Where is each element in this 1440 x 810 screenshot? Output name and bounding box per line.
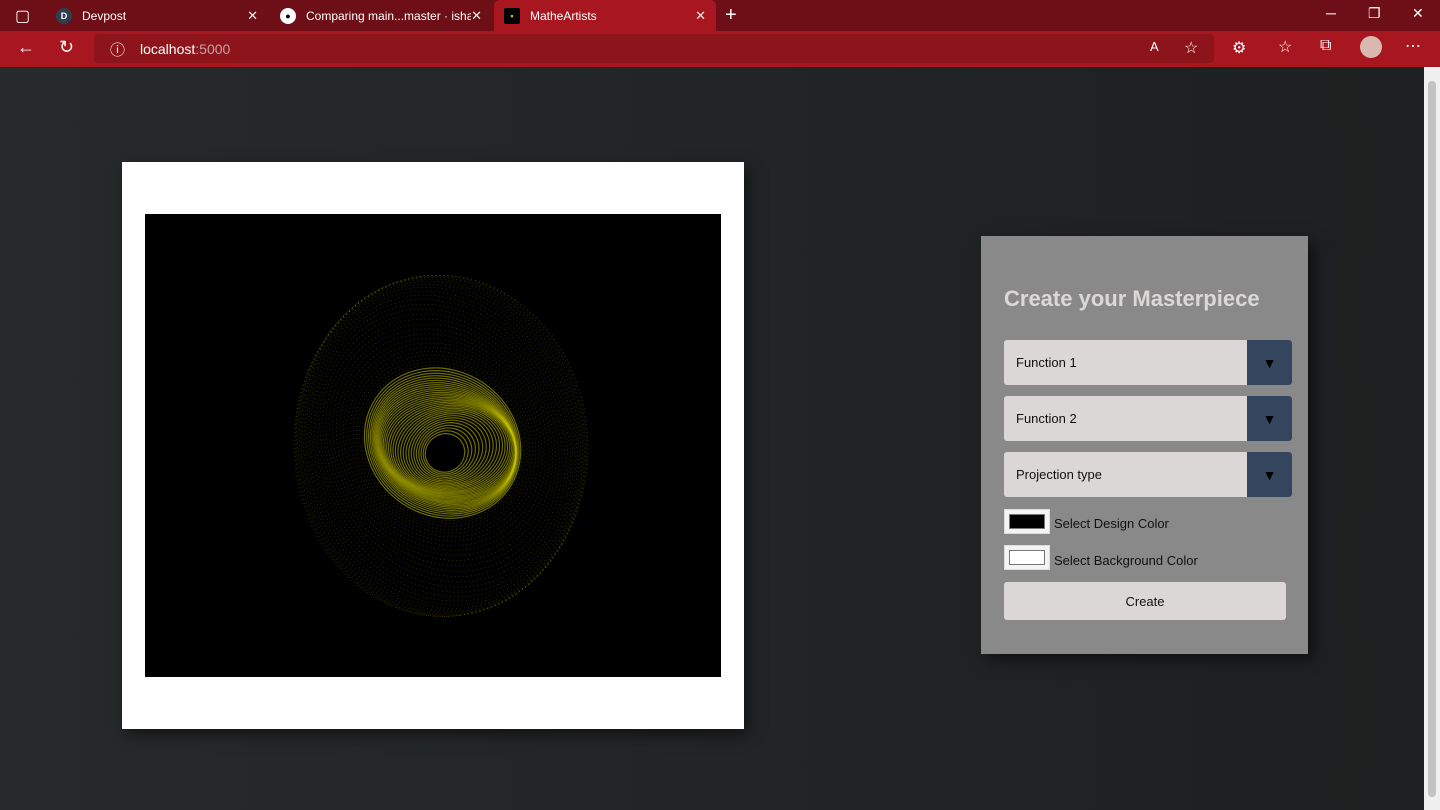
artwork-curve <box>293 275 589 617</box>
favorites-icon[interactable]: ☆ <box>1278 37 1292 57</box>
close-icon[interactable]: ✕ <box>247 8 258 24</box>
design-color-label: Select Design Color <box>1054 516 1169 531</box>
artwork-curve <box>329 323 553 561</box>
address-bar: ← ↻ ⓘ localhost:5000 A ☆ ⚙ ☆ ⧉ ⋯ <box>0 31 1440 67</box>
artwork-curve <box>311 294 571 593</box>
design-color-picker[interactable] <box>1004 509 1050 534</box>
tab-matheartists[interactable]: ▪ MatheArtists ✕ <box>494 0 716 31</box>
info-icon[interactable]: ⓘ <box>110 39 125 60</box>
dropdown-arrow-icon[interactable]: ▼ <box>1247 452 1292 497</box>
scrollbar-thumb[interactable] <box>1428 81 1436 797</box>
select-label: Projection type <box>1016 467 1102 482</box>
refresh-icon[interactable]: ↻ <box>59 37 74 58</box>
artwork-curve <box>356 358 528 527</box>
artwork-curve <box>302 280 580 609</box>
back-icon[interactable]: ← <box>17 37 35 58</box>
collections-icon[interactable]: ⧉ <box>1320 37 1331 55</box>
artwork-curve <box>306 287 576 602</box>
artwork-curve <box>298 276 583 614</box>
close-icon[interactable]: ✕ <box>695 8 706 24</box>
tab-bar: ▢ D Devpost ✕ ● Comparing main...master … <box>0 0 1440 31</box>
artwork-frame <box>122 162 744 729</box>
artwork-curve <box>297 275 585 616</box>
more-icon[interactable]: ⋯ <box>1405 36 1421 56</box>
create-panel: Create your Masterpiece Function 1 ▼ Func… <box>981 236 1308 654</box>
matheartists-icon: ▪ <box>504 7 520 24</box>
restore-icon[interactable]: ❐ <box>1368 5 1381 22</box>
artwork-curve <box>322 313 560 572</box>
artwork-curve <box>308 290 574 598</box>
background-color-swatch <box>1009 550 1045 565</box>
artwork-curve <box>304 283 578 606</box>
function-1-select[interactable]: Function 1 ▼ <box>1004 340 1292 385</box>
avatar[interactable] <box>1360 36 1382 58</box>
close-icon[interactable]: ✕ <box>471 8 482 24</box>
tab-title: MatheArtists <box>530 8 597 23</box>
panel-title: Create your Masterpiece <box>1004 286 1260 311</box>
artwork-curve <box>300 278 582 612</box>
artwork-curve <box>349 350 533 534</box>
projection-type-select[interactable]: Projection type ▼ <box>1004 452 1292 497</box>
url-field[interactable]: ⓘ localhost:5000 A ☆ <box>94 34 1214 63</box>
tab-actions-icon[interactable]: ▢ <box>15 6 30 26</box>
artwork-curve <box>332 328 550 556</box>
artwork <box>293 274 589 617</box>
minimize-icon[interactable]: ─ <box>1326 5 1336 21</box>
read-aloud-icon[interactable]: A <box>1150 39 1159 54</box>
tab-github[interactable]: ● Comparing main...master · ishan ✕ <box>270 0 492 31</box>
page: Create your Masterpiece Function 1 ▼ Func… <box>0 67 1424 810</box>
artwork-curve <box>296 275 586 617</box>
background-color-label: Select Background Color <box>1054 553 1198 568</box>
url-port: :5000 <box>195 40 231 57</box>
artwork-canvas <box>145 214 721 677</box>
create-button[interactable]: Create <box>1004 582 1286 620</box>
artwork-curve <box>313 299 569 588</box>
extensions-icon[interactable]: ⚙ <box>1232 38 1246 58</box>
select-label: Function 2 <box>1016 411 1077 426</box>
tab-title: Comparing main...master · ishan <box>306 8 471 23</box>
background-color-picker[interactable] <box>1004 545 1050 570</box>
artwork-curve <box>316 303 566 583</box>
design-color-swatch <box>1009 514 1045 529</box>
function-2-select[interactable]: Function 2 ▼ <box>1004 396 1292 441</box>
add-favorite-icon[interactable]: ☆ <box>1184 38 1198 58</box>
new-tab-icon[interactable]: + <box>725 4 737 27</box>
artwork-curve <box>346 346 537 538</box>
artwork-curve <box>359 361 525 524</box>
github-icon: ● <box>280 7 296 24</box>
dropdown-arrow-icon[interactable]: ▼ <box>1247 396 1292 441</box>
url-host: localhost <box>140 40 196 57</box>
tab-title: Devpost <box>82 8 127 23</box>
scrollbar[interactable] <box>1424 67 1440 810</box>
artwork-curve <box>353 354 531 530</box>
close-window-icon[interactable]: ✕ <box>1412 5 1424 22</box>
tab-devpost[interactable]: D Devpost ✕ <box>46 0 268 31</box>
devpost-icon: D <box>56 7 72 24</box>
dropdown-arrow-icon[interactable]: ▼ <box>1247 340 1292 385</box>
artwork-curve <box>339 338 543 546</box>
select-label: Function 1 <box>1016 355 1077 370</box>
